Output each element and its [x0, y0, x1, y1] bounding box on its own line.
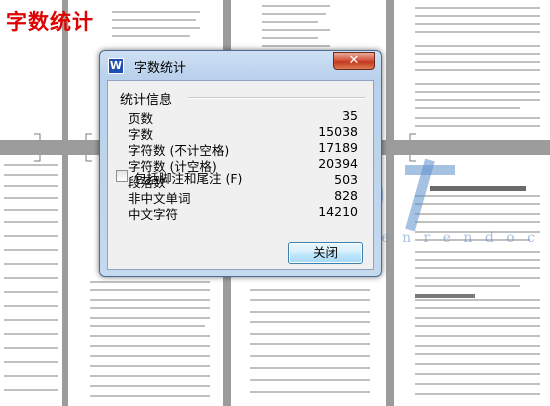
- stat-value: 20394: [318, 156, 358, 171]
- stat-value: 15038: [318, 124, 358, 139]
- stat-value: 828: [334, 188, 358, 203]
- stat-row-chinese-characters: 中文字符 14210: [128, 204, 358, 222]
- stat-label: 中文字符: [128, 207, 179, 222]
- stat-value: 35: [342, 108, 358, 123]
- stat-row-words: 字数 15038: [128, 124, 358, 142]
- overlay-title: 字数统计: [6, 10, 94, 34]
- stat-row-characters-no-spaces: 字符数 (不计空格) 17189: [128, 140, 358, 158]
- close-icon[interactable]: ✕: [333, 52, 375, 70]
- stat-value: 503: [334, 172, 358, 187]
- stat-value: 17189: [318, 140, 358, 155]
- statistics-list: 页数 35 字数 15038 字符数 (不计空格) 17189 字符数 (计空格…: [128, 108, 358, 222]
- include-footnotes-checkbox[interactable]: [116, 170, 128, 182]
- dialog-titlebar[interactable]: W 字数统计 ✕: [100, 51, 381, 79]
- stat-row-pages: 页数 35: [128, 108, 358, 126]
- statistics-group-title: 统计信息: [120, 89, 176, 108]
- wps-writer-icon: W: [108, 58, 124, 74]
- stat-row-non-chinese-words: 非中文单词 828: [128, 188, 358, 206]
- group-divider: [188, 97, 365, 99]
- dialog-title: 字数统计: [134, 61, 187, 76]
- stat-value: 14210: [318, 204, 358, 219]
- include-footnotes-label[interactable]: 包括脚注和尾注 (F): [134, 168, 242, 187]
- close-dialog-button[interactable]: 关闭: [288, 242, 363, 264]
